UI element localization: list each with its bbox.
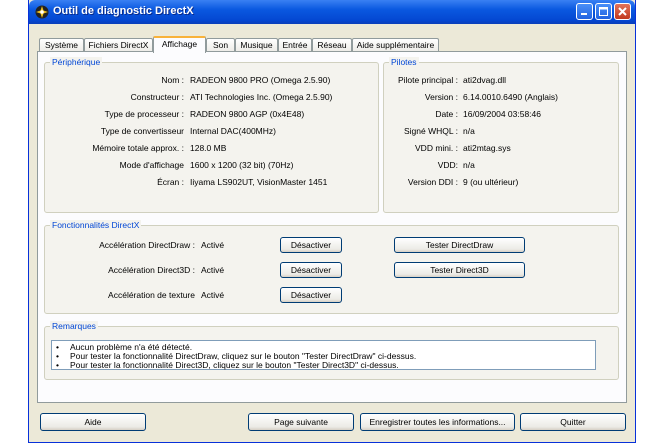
whql-label: Signé WHQL : (403, 126, 458, 136)
device-name-value: RADEON 9800 PRO (Omega 2.5.90) (190, 75, 331, 85)
disable-direct3d-button[interactable]: Désactiver (280, 262, 342, 278)
ddi-version-value: 9 (ou ultérieur) (463, 177, 519, 187)
test-direct3d-button[interactable]: Tester Direct3D (394, 262, 525, 278)
directx-app-icon (35, 5, 49, 19)
help-button[interactable]: Aide (40, 413, 146, 431)
direct3d-accel-value: Activé (201, 265, 225, 275)
minimize-button[interactable] (576, 3, 593, 20)
dac-type-value: Internal DAC(400MHz) (190, 126, 276, 136)
mini-vdd-value: ati2mtag.sys (463, 143, 511, 153)
memory-label: Mémoire totale approx. : (92, 143, 184, 153)
tab-reseau[interactable]: Réseau (312, 38, 352, 52)
disable-texture-button[interactable]: Désactiver (280, 287, 342, 303)
mini-vdd-label: VDD mini. : (415, 143, 458, 153)
tab-entree[interactable]: Entrée (278, 38, 312, 52)
chip-type-value: RADEON 9800 AGP (0x4E48) (190, 109, 305, 119)
driver-version-label: Version : (424, 92, 458, 102)
close-button[interactable] (614, 3, 631, 20)
tab-musique[interactable]: Musique (235, 38, 278, 52)
whql-value: n/a (463, 126, 475, 136)
directdraw-accel-value: Activé (201, 240, 225, 250)
direct3d-accel-label: Accélération Direct3D : (108, 265, 195, 275)
directdraw-accel-label: Accélération DirectDraw : (99, 240, 195, 250)
tab-affichage[interactable]: Affichage (153, 36, 206, 53)
bullet-icon: • (56, 360, 59, 370)
monitor-value: Iiyama LS902UT, VisionMaster 1451 (190, 177, 328, 187)
ddi-version-label: Version DDI : (407, 177, 458, 187)
minimize-icon (581, 13, 587, 15)
memory-value: 128.0 MB (190, 143, 227, 153)
dxdiag-window: Outil de diagnostic DirectX Système Fich… (28, 0, 636, 443)
vdd-value: n/a (463, 160, 475, 170)
device-group: Périphérique Nom : RADEON 9800 PRO (Omeg… (44, 57, 379, 213)
save-all-info-button[interactable]: Enregistrer toutes les informations... (360, 413, 515, 431)
chip-type-label: Type de processeur : (104, 109, 184, 119)
notes-group: Remarques • Aucun problème n'a été détect… (44, 321, 619, 380)
maximize-icon (599, 7, 608, 16)
next-page-button[interactable]: Page suivante (248, 413, 354, 431)
directx-features-group: Fonctionnalités DirectX Accélération Dir… (44, 220, 619, 314)
monitor-label: Écran : (157, 177, 184, 187)
quit-button[interactable]: Quitter (520, 413, 626, 431)
manufacturer-label: Constructeur : (130, 92, 184, 102)
driver-version-value: 6.14.0010.6490 (Anglais) (463, 92, 558, 102)
maximize-button[interactable] (595, 3, 612, 20)
window-title: Outil de diagnostic DirectX (53, 5, 194, 17)
notes-legend: Remarques (50, 321, 98, 331)
close-icon (618, 7, 627, 16)
tab-aide-supplementaire[interactable]: Aide supplémentaire (352, 38, 439, 52)
manufacturer-value: ATI Technologies Inc. (Omega 2.5.90) (190, 92, 333, 102)
display-mode-value: 1600 x 1200 (32 bit) (70Hz) (190, 160, 294, 170)
notes-textbox[interactable]: • Aucun problème n'a été détecté. • Pour t… (51, 340, 596, 370)
tab-fichiers-directx[interactable]: Fichiers DirectX (84, 38, 153, 52)
device-legend: Périphérique (50, 57, 103, 67)
tab-son[interactable]: Son (206, 38, 235, 52)
tab-panel-affichage: Périphérique Nom : RADEON 9800 PRO (Omeg… (37, 51, 627, 403)
tab-systeme[interactable]: Système (39, 38, 84, 52)
display-mode-label: Mode d'affichage (119, 160, 184, 170)
test-directdraw-button[interactable]: Tester DirectDraw (394, 237, 525, 253)
device-name-label: Nom : (161, 75, 184, 85)
driver-date-value: 16/09/2004 03:58:46 (463, 109, 541, 119)
disable-directdraw-button[interactable]: Désactiver (280, 237, 342, 253)
driver-date-label: Date : (435, 109, 458, 119)
dac-type-label: Type de convertisseur (100, 126, 184, 136)
drivers-group: Pilotes Pilote principal : ati2dvag.dll … (383, 57, 619, 213)
texture-accel-value: Activé (201, 290, 225, 300)
note-line: • Pour tester la fonctionnalité Direct3D,… (56, 360, 399, 370)
drivers-legend: Pilotes (389, 57, 419, 67)
vdd-label: VDD: (437, 160, 458, 170)
texture-accel-label: Accélération de texture (108, 290, 195, 300)
title-bar[interactable]: Outil de diagnostic DirectX (29, 0, 635, 24)
features-legend: Fonctionnalités DirectX (50, 220, 142, 230)
main-driver-value: ati2dvag.dll (463, 75, 507, 85)
main-driver-label: Pilote principal : (397, 75, 458, 85)
